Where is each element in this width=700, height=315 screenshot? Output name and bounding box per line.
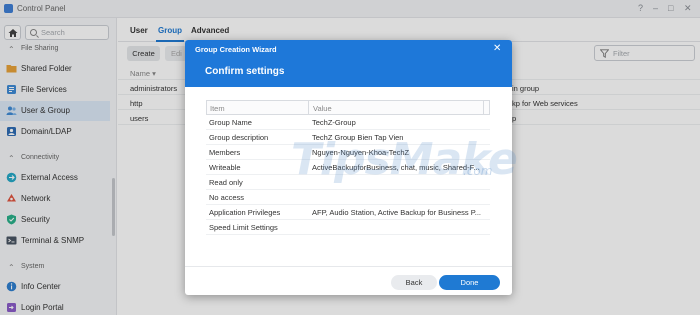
column-header-item[interactable]: Item: [210, 104, 225, 113]
summary-item: No access: [209, 193, 245, 202]
close-icon[interactable]: ✕: [493, 43, 501, 54]
summary-item: Speed Limit Settings: [209, 223, 278, 232]
summary-table-header: Item Value: [206, 100, 490, 115]
summary-row: Group Name TechZ-Group: [206, 115, 490, 130]
back-button[interactable]: Back: [391, 275, 437, 290]
summary-item: Read only: [209, 178, 243, 187]
dialog-step-title: Confirm settings: [205, 66, 285, 77]
summary-item: Group description: [209, 133, 269, 142]
summary-item: Group Name: [209, 118, 252, 127]
column-header-value[interactable]: Value: [313, 104, 332, 113]
watermark-suffix: .com: [463, 164, 493, 178]
done-button[interactable]: Done: [439, 275, 500, 290]
summary-value: TechZ-Group: [312, 118, 356, 127]
summary-value: AFP, Audio Station, Active Backup for Bu…: [312, 208, 481, 217]
summary-item: Members: [209, 148, 241, 157]
summary-row: Application Privileges AFP, Audio Statio…: [206, 205, 490, 220]
dialog-header: Group Creation Wizard ✕ Confirm settings: [185, 40, 512, 87]
summary-item: Writeable: [209, 163, 241, 172]
dialog-window-title: Group Creation Wizard: [195, 45, 277, 54]
summary-item: Application Privileges: [209, 208, 281, 217]
summary-row: No access: [206, 190, 490, 205]
watermark-logo: TipsMake .com: [285, 130, 518, 190]
summary-row: Speed Limit Settings: [206, 220, 490, 235]
